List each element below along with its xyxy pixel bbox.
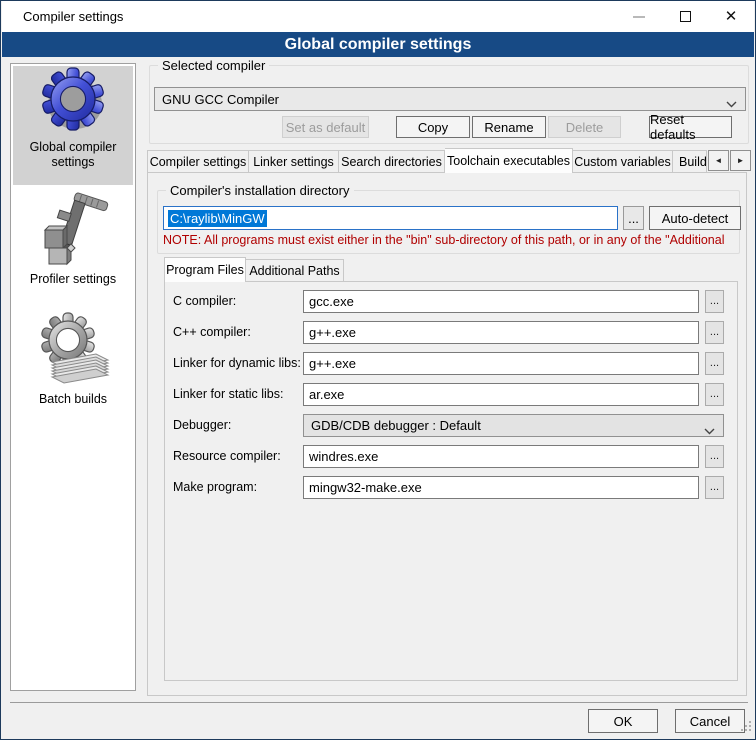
tab-toolchain-executables[interactable]: Toolchain executables [445, 148, 573, 173]
sidebar-item-label: Profiler settings [13, 268, 133, 287]
compiler-select-value: GNU GCC Compiler [162, 92, 279, 107]
linker-dynamic-browse-button[interactable]: ... [705, 352, 724, 375]
tab-linker-settings[interactable]: Linker settings [249, 150, 339, 173]
linker-dynamic-input[interactable] [303, 352, 699, 375]
installation-directory-input[interactable]: C:\raylib\MinGW [163, 206, 618, 230]
cpp-compiler-input[interactable] [303, 321, 699, 344]
c-compiler-label: C compiler: [173, 294, 301, 308]
tab-custom-variables[interactable]: Custom variables [573, 150, 673, 173]
tab-search-directories[interactable]: Search directories [339, 150, 445, 173]
set-as-default-button[interactable]: Set as default [282, 116, 369, 138]
chevron-down-icon [704, 423, 715, 438]
resource-compiler-input[interactable] [303, 445, 699, 468]
tab-compiler-settings[interactable]: Compiler settings [147, 150, 249, 173]
arrow-right-icon: ► [737, 156, 745, 165]
maximize-icon [680, 11, 691, 22]
sidebar-item-label: Global compiler settings [13, 136, 133, 170]
arrow-left-icon: ◄ [715, 156, 723, 165]
delete-button[interactable]: Delete [548, 116, 621, 138]
debugger-select-value: GDB/CDB debugger : Default [311, 418, 481, 433]
linker-static-input[interactable] [303, 383, 699, 406]
maximize-button[interactable] [662, 1, 708, 32]
window-title: Compiler settings [23, 9, 123, 24]
minimize-button[interactable] [616, 1, 662, 32]
c-compiler-input[interactable] [303, 290, 699, 313]
installation-directory-group-label: Compiler's installation directory [166, 183, 354, 198]
linker-dynamic-label: Linker for dynamic libs: [173, 356, 301, 370]
reset-defaults-button[interactable]: Reset defaults [649, 116, 732, 138]
make-program-label: Make program: [173, 480, 301, 494]
sidebar-item-global-compiler-settings[interactable]: Global compiler settings [13, 66, 133, 185]
compiler-select[interactable]: GNU GCC Compiler [154, 87, 746, 111]
settings-category-list: Global compiler settings [10, 63, 136, 691]
caliper-icon [13, 192, 133, 268]
selected-compiler-group-label: Selected compiler [158, 58, 269, 73]
browse-directory-button[interactable]: ... [623, 206, 644, 230]
auto-detect-button[interactable]: Auto-detect [649, 206, 741, 230]
tab-scroll-right-button[interactable]: ► [730, 150, 751, 171]
debugger-label: Debugger: [173, 418, 301, 432]
sidebar-item-label: Batch builds [13, 388, 133, 407]
tab-program-files[interactable]: Program Files [164, 257, 246, 282]
rename-button[interactable]: Rename [472, 116, 546, 138]
cpp-compiler-browse-button[interactable]: ... [705, 321, 724, 344]
gray-gear-stack-icon [13, 310, 133, 388]
compiler-settings-dialog: Compiler settings ✕ Global compiler sett… [0, 0, 756, 740]
sidebar-item-batch-builds[interactable]: Batch builds [13, 310, 133, 422]
make-program-input[interactable] [303, 476, 699, 499]
ok-button[interactable]: OK [588, 709, 658, 733]
cancel-button[interactable]: Cancel [675, 709, 745, 733]
resource-compiler-label: Resource compiler: [173, 449, 301, 463]
make-program-browse-button[interactable]: ... [705, 476, 724, 499]
footer-divider [10, 702, 748, 703]
titlebar[interactable]: Compiler settings ✕ [2, 1, 754, 32]
c-compiler-browse-button[interactable]: ... [705, 290, 724, 313]
tab-scroll-left-button[interactable]: ◄ [708, 150, 729, 171]
resize-grip[interactable] [740, 721, 752, 736]
cpp-compiler-label: C++ compiler: [173, 325, 301, 339]
sidebar-item-profiler-settings[interactable]: Profiler settings [13, 192, 133, 298]
close-icon: ✕ [725, 9, 738, 24]
page-title: Global compiler settings [2, 32, 754, 57]
program-files-tabstrip: Program Files Additional Paths [164, 259, 344, 282]
debugger-select[interactable]: GDB/CDB debugger : Default [303, 414, 724, 437]
tab-build-options[interactable]: Build options [673, 150, 707, 173]
linker-static-browse-button[interactable]: ... [705, 383, 724, 406]
resource-compiler-browse-button[interactable]: ... [705, 445, 724, 468]
chevron-down-icon [726, 96, 737, 111]
copy-button[interactable]: Copy [396, 116, 470, 138]
blue-gear-icon [13, 66, 133, 136]
tab-additional-paths[interactable]: Additional Paths [246, 259, 344, 282]
linker-static-label: Linker for static libs: [173, 387, 301, 401]
settings-tabstrip: Compiler settings Linker settings Search… [147, 150, 707, 173]
bin-subdirectory-note: NOTE: All programs must exist either in … [163, 233, 736, 249]
minimize-icon [633, 16, 645, 18]
close-button[interactable]: ✕ [708, 1, 754, 32]
installation-directory-value: C:\raylib\MinGW [168, 210, 267, 227]
